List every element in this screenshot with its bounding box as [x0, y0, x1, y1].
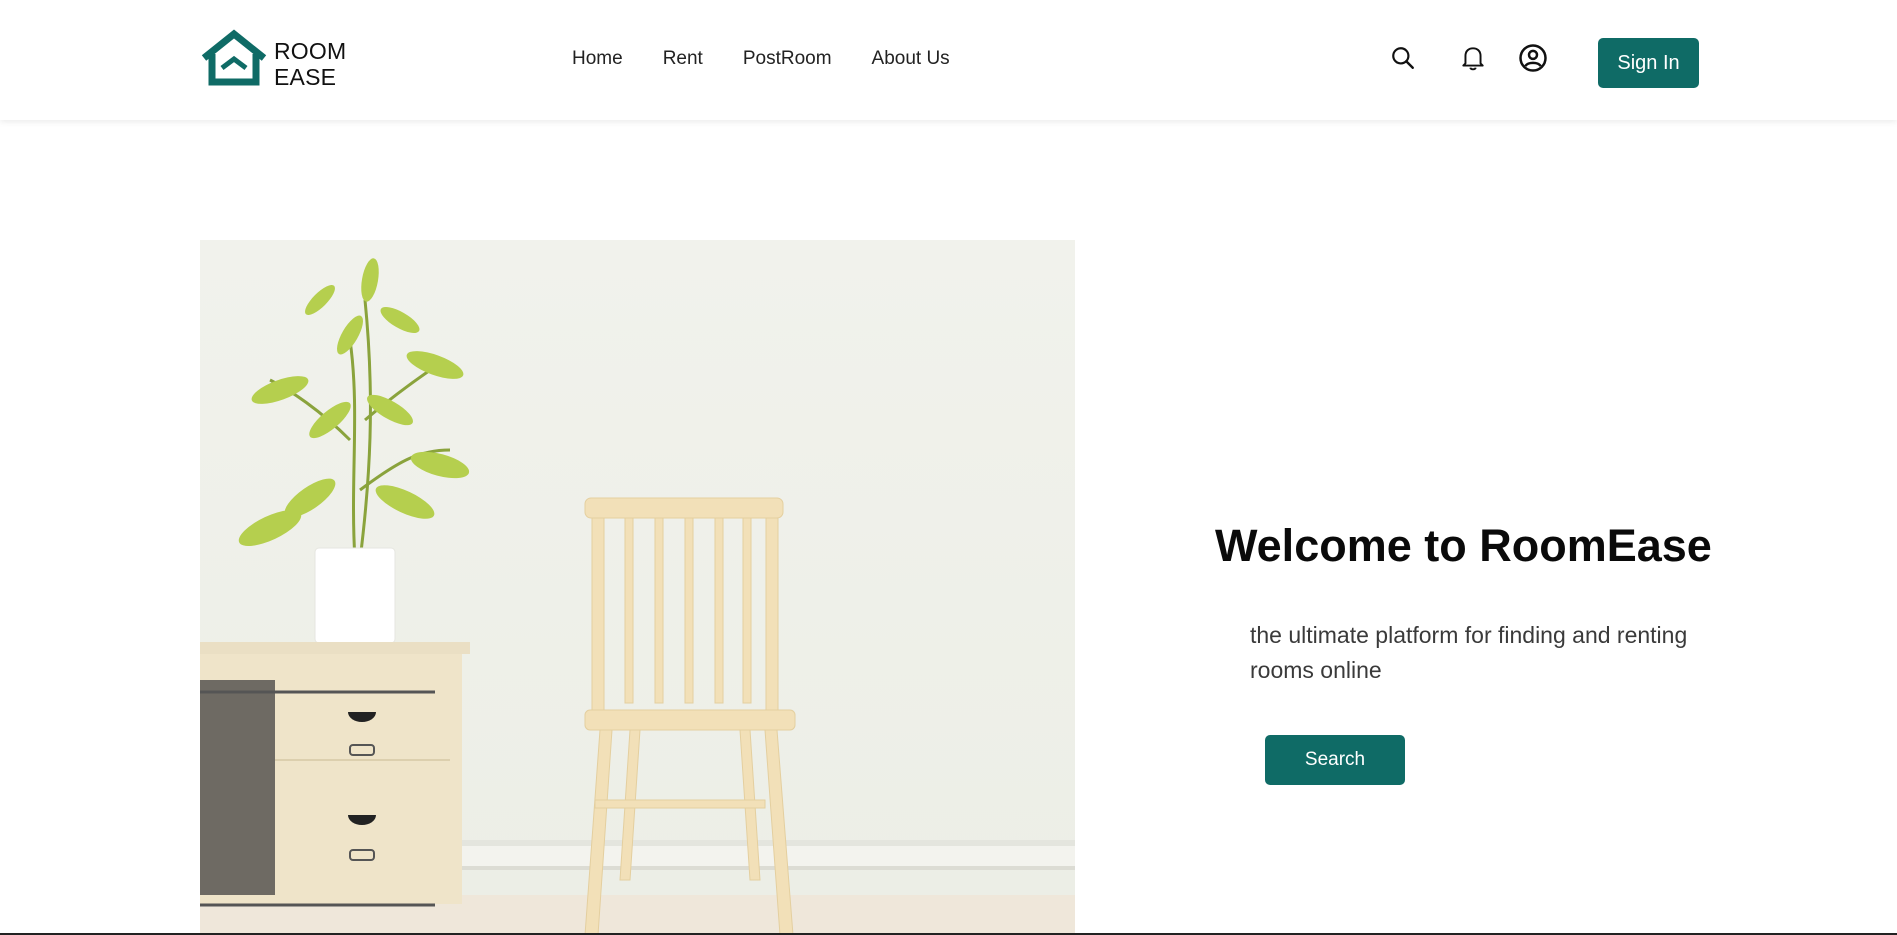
sign-in-button[interactable]: Sign In: [1598, 38, 1699, 88]
nav-item-postroom[interactable]: PostRoom: [743, 48, 832, 70]
main-nav: Home Rent PostRoom About Us: [572, 48, 950, 70]
nav-item-home[interactable]: Home: [572, 48, 623, 70]
brand-wordmark: ROOM EASE: [274, 38, 346, 90]
bell-icon: [1462, 47, 1484, 71]
notifications-button[interactable]: [1457, 42, 1489, 74]
room-interior-photo: [200, 240, 1075, 935]
search-icon: [1392, 47, 1414, 69]
brand-logo[interactable]: ROOM EASE: [198, 28, 348, 90]
header-search-button[interactable]: [1387, 42, 1419, 74]
user-circle-icon: [1519, 44, 1547, 72]
top-navbar: ROOM EASE Home Rent PostRoom About Us Si…: [0, 0, 1897, 120]
hero-room-image: [200, 240, 1075, 935]
hero-title: Welcome to RoomEase: [1215, 520, 1712, 571]
house-logo-icon: [201, 29, 267, 86]
hero-subtitle: the ultimate platform for finding and re…: [1250, 622, 1688, 683]
hero-search-button[interactable]: Search: [1265, 735, 1405, 785]
nav-item-about-us[interactable]: About Us: [872, 48, 950, 70]
nav-item-rent[interactable]: Rent: [663, 48, 703, 70]
profile-button[interactable]: [1517, 42, 1549, 74]
brand-line2: EASE: [274, 64, 337, 90]
brand-line1: ROOM: [274, 38, 347, 64]
